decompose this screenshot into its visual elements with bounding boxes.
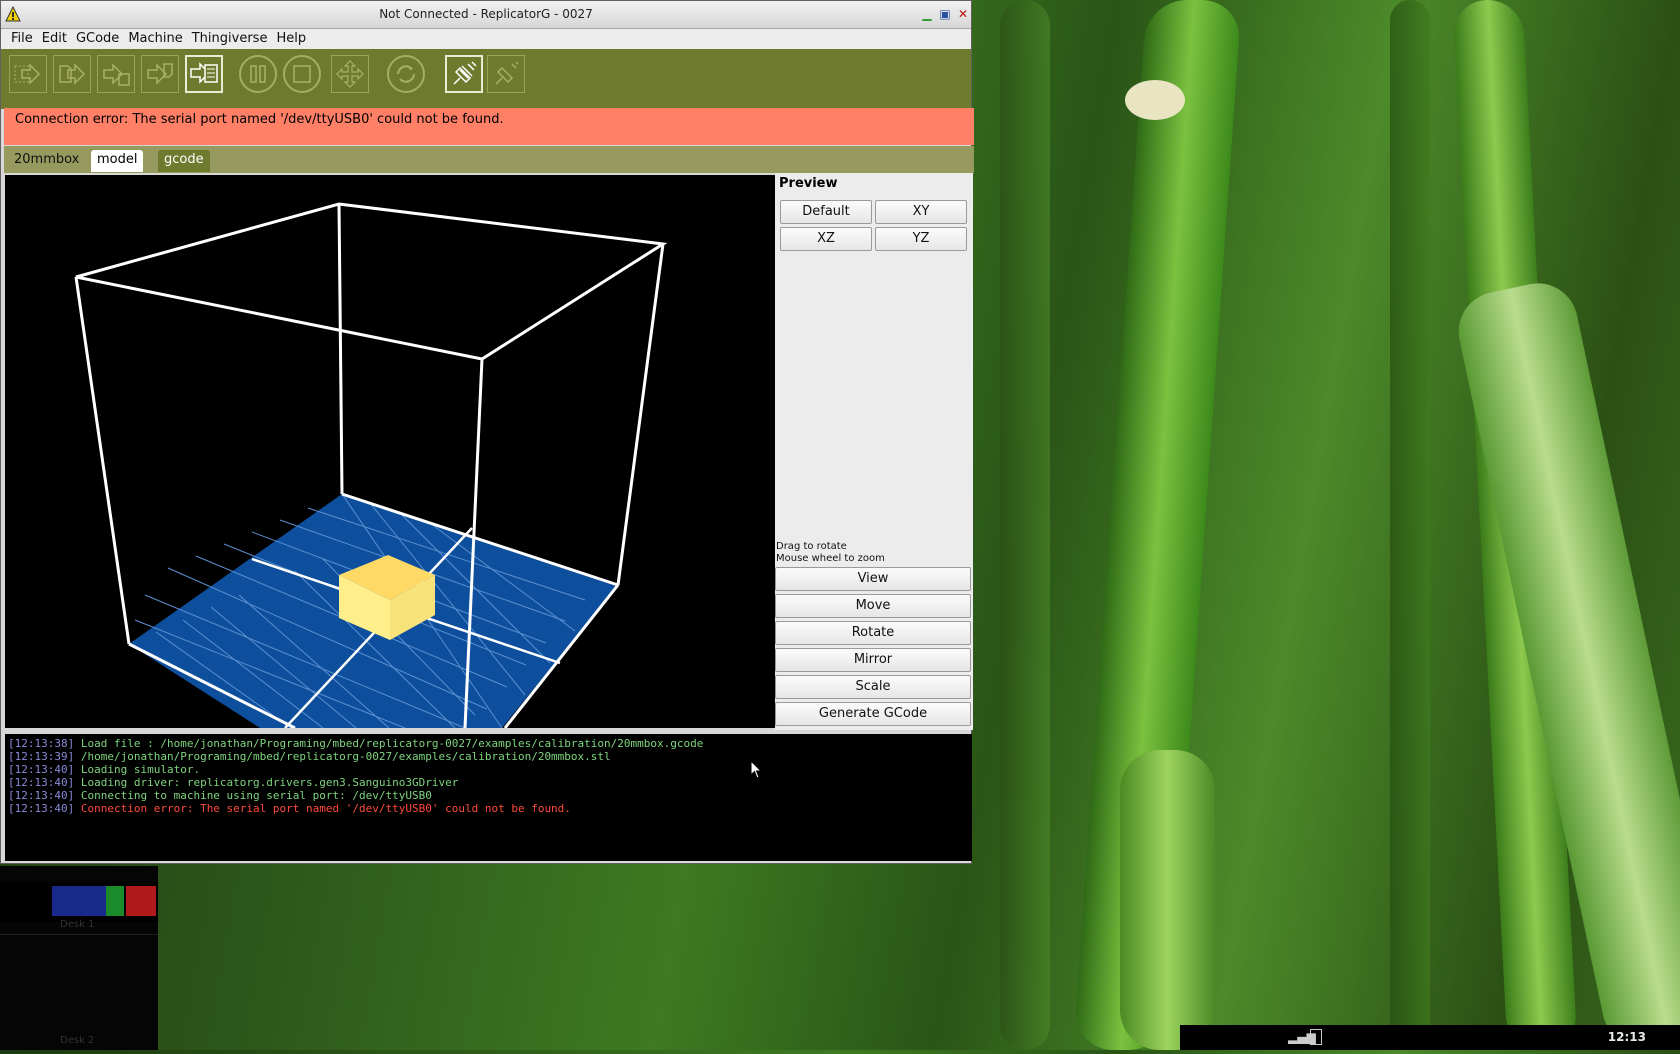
log-message: Loading driver: replicatorg.drivers.gen3… bbox=[80, 776, 459, 789]
generate-gcode-button[interactable]: Generate GCode bbox=[775, 702, 971, 726]
move-arrows-icon bbox=[336, 60, 364, 88]
sd-arrow-icon bbox=[147, 63, 173, 85]
system-tray: ▂▄▆ 12:13 bbox=[1180, 1025, 1680, 1050]
title-bar[interactable]: Not Connected - ReplicatorG - 0027 ▁ ▣ ✕ bbox=[1, 1, 971, 29]
pause-icon bbox=[250, 65, 266, 83]
stop-icon bbox=[293, 65, 311, 83]
plug-connect-icon bbox=[453, 61, 477, 85]
window-thumb bbox=[126, 886, 156, 916]
menu-thingiverse[interactable]: Thingiverse bbox=[192, 29, 277, 49]
view-button[interactable]: View bbox=[775, 567, 971, 591]
log-message: /home/jonathan/Programing/mbed/replicato… bbox=[80, 750, 611, 763]
log-message: Load file : /home/jonathan/Programing/mb… bbox=[80, 737, 704, 750]
desk-1-label: Desk 1 bbox=[60, 919, 95, 930]
move-button[interactable]: Move bbox=[775, 594, 971, 618]
mouse-cursor-icon bbox=[750, 760, 763, 779]
maximize-icon[interactable]: ▣ bbox=[938, 7, 952, 21]
clock[interactable]: 12:13 bbox=[1608, 1030, 1646, 1044]
upload-to-sd-button[interactable] bbox=[53, 55, 91, 93]
zoom-hint: Mouse wheel to zoom bbox=[776, 553, 885, 564]
wallpaper-grass bbox=[1125, 80, 1185, 120]
minimize-icon[interactable]: ▁ bbox=[920, 7, 934, 21]
desk-2-label: Desk 2 bbox=[60, 1035, 95, 1046]
desktop-pager: Desk 1 Desk 2 bbox=[0, 866, 158, 1050]
log-timestamp: [12:13:40] bbox=[8, 789, 75, 802]
preview-panel: Preview Default XY XZ YZ Drag to rotate … bbox=[775, 173, 973, 730]
build-volume-render bbox=[74, 202, 668, 728]
tab-model[interactable]: model bbox=[91, 150, 144, 172]
rotate-hint: Drag to rotate bbox=[776, 541, 847, 552]
log-message: Loading simulator. bbox=[80, 763, 201, 776]
log-line: [12:13:40] Loading simulator. bbox=[5, 763, 972, 776]
file-name-label: 20mmbox bbox=[14, 152, 80, 167]
build-to-file-button[interactable] bbox=[97, 55, 135, 93]
view-yz-button[interactable]: YZ bbox=[875, 227, 967, 251]
view-xz-button[interactable]: XZ bbox=[780, 227, 872, 251]
log-timestamp: [12:13:40] bbox=[8, 776, 75, 789]
control-panel-button[interactable] bbox=[331, 55, 369, 93]
view-default-button[interactable]: Default bbox=[780, 200, 872, 224]
tab-gcode[interactable]: gcode bbox=[158, 150, 210, 172]
build-from-sd-button[interactable] bbox=[141, 55, 179, 93]
log-timestamp: [12:13:40] bbox=[8, 802, 75, 815]
plug-disconnect-icon bbox=[495, 61, 519, 85]
simulate-icon bbox=[190, 62, 218, 84]
wallpaper-grass bbox=[1000, 0, 1050, 1050]
log-timestamp: [12:13:39] bbox=[8, 750, 75, 763]
toolbar bbox=[1, 49, 971, 109]
log-error-message: Connection error: The serial port named … bbox=[80, 802, 571, 815]
log-line: [12:13:40] Connection error: The serial … bbox=[5, 802, 972, 815]
log-line: [12:13:39] /home/jonathan/Programing/mbe… bbox=[5, 750, 972, 763]
view-xy-button[interactable]: XY bbox=[875, 200, 967, 224]
console-log[interactable]: [12:13:38] Load file : /home/jonathan/Pr… bbox=[5, 734, 972, 861]
file-arrow-icon bbox=[103, 63, 130, 86]
model-preview-viewport[interactable] bbox=[5, 175, 775, 728]
menu-machine[interactable]: Machine bbox=[128, 29, 191, 49]
log-timestamp: [12:13:38] bbox=[8, 737, 75, 750]
log-timestamp: [12:13:40] bbox=[8, 763, 75, 776]
build-from-file-button[interactable] bbox=[9, 55, 47, 93]
preview-title: Preview bbox=[779, 176, 838, 191]
wallpaper-grass bbox=[1390, 0, 1430, 1050]
menu-help[interactable]: Help bbox=[276, 29, 315, 49]
wallpaper-grass bbox=[1120, 750, 1215, 1050]
window-title: Not Connected - ReplicatorG - 0027 bbox=[379, 7, 593, 21]
menu-edit[interactable]: Edit bbox=[42, 29, 76, 49]
replicatorg-window: Not Connected - ReplicatorG - 0027 ▁ ▣ ✕… bbox=[0, 0, 974, 864]
log-message: Connecting to machine using serial port:… bbox=[80, 789, 432, 802]
stop-button[interactable] bbox=[283, 55, 321, 93]
pause-button[interactable] bbox=[239, 55, 277, 93]
desk-2-preview[interactable] bbox=[0, 934, 158, 1035]
mirror-button[interactable]: Mirror bbox=[775, 648, 971, 672]
reset-icon bbox=[397, 65, 415, 83]
scale-button[interactable]: Scale bbox=[775, 675, 971, 699]
storage-icon[interactable] bbox=[1310, 1029, 1322, 1045]
desk-1-preview[interactable] bbox=[0, 882, 158, 922]
log-line: [12:13:40] Loading driver: replicatorg.d… bbox=[5, 776, 972, 789]
window-thumb bbox=[52, 886, 106, 916]
menu-file[interactable]: File bbox=[11, 29, 42, 49]
arrow-right-icon bbox=[14, 63, 41, 85]
menu-bar: File Edit GCode Machine Thingiverse Help bbox=[1, 29, 971, 49]
window-thumb bbox=[106, 886, 124, 916]
connect-button[interactable] bbox=[445, 55, 483, 93]
upload-icon bbox=[59, 63, 86, 85]
rotate-button[interactable]: Rotate bbox=[775, 621, 971, 645]
close-icon[interactable]: ✕ bbox=[956, 7, 970, 21]
file-tabs: 20mmbox model gcode bbox=[4, 146, 974, 173]
log-line: [12:13:38] Load file : /home/jonathan/Pr… bbox=[5, 737, 972, 750]
log-line: [12:13:40] Connecting to machine using s… bbox=[5, 789, 972, 802]
simulate-button[interactable] bbox=[185, 55, 223, 93]
disconnect-button[interactable] bbox=[487, 55, 525, 93]
reset-button[interactable] bbox=[387, 55, 425, 93]
menu-gcode[interactable]: GCode bbox=[76, 29, 128, 49]
connection-error-banner: Connection error: The serial port named … bbox=[4, 108, 974, 145]
